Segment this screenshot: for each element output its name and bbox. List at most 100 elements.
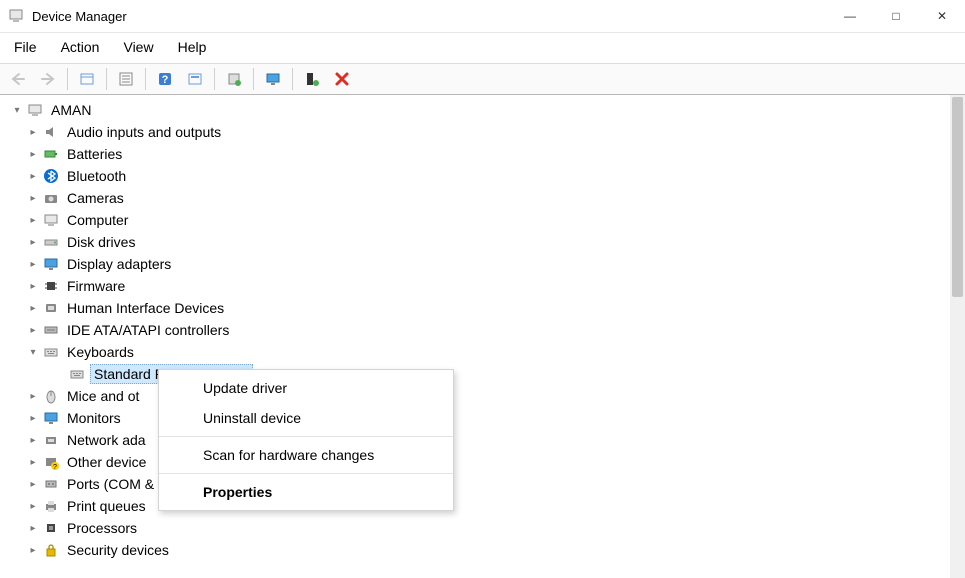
tree-item[interactable]: ▸ Print queues [4,495,965,517]
mouse-icon [42,387,60,405]
tree-item-label: Bluetooth [64,167,129,185]
tree-item[interactable]: ▸ Batteries [4,143,965,165]
root-label: AMAN [48,101,94,119]
chevron-right-icon[interactable]: ▸ [26,543,40,557]
tree-item[interactable]: ▸ IDE ATA/ATAPI controllers [4,319,965,341]
uninstall-button[interactable] [328,67,356,91]
tree-item[interactable]: ▸ Security devices [4,539,965,561]
chevron-right-icon[interactable]: ▸ [26,433,40,447]
nav-forward-button[interactable] [34,67,62,91]
vertical-scrollbar[interactable] [950,95,965,578]
ctx-uninstall-device[interactable]: Uninstall device [159,403,453,433]
window-title: Device Manager [32,9,127,24]
maximize-button[interactable]: □ [873,0,919,32]
app-icon [8,8,24,24]
properties-button[interactable] [181,67,209,91]
chevron-right-icon[interactable]: ▸ [26,125,40,139]
menu-view[interactable]: View [119,37,157,57]
chevron-right-icon[interactable]: ▸ [26,411,40,425]
tree-item-label: Keyboards [64,343,137,361]
chevron-down-icon[interactable]: ▾ [10,103,24,117]
svg-text:?: ? [162,74,169,86]
tree-item-label: Print queues [64,497,149,515]
chevron-right-icon[interactable]: ▸ [26,147,40,161]
camera-icon [42,189,60,207]
chevron-right-icon[interactable]: ▸ [26,169,40,183]
help-button[interactable]: ? [151,67,179,91]
scroll-thumb[interactable] [952,97,963,297]
tree-item[interactable]: ▸ Display adapters [4,253,965,275]
monitor-button[interactable] [259,67,287,91]
tree-item-label: IDE ATA/ATAPI controllers [64,321,232,339]
chevron-right-icon[interactable]: ▸ [26,323,40,337]
minimize-button[interactable]: — [827,0,873,32]
tree-item-label: Human Interface Devices [64,299,227,317]
tree-item[interactable]: ▸ ? Other device [4,451,965,473]
chevron-right-icon[interactable]: ▸ [26,191,40,205]
nav-back-button[interactable] [4,67,32,91]
cpu-icon [42,519,60,537]
chevron-right-icon[interactable]: ▸ [26,455,40,469]
tree-item-label: Processors [64,519,140,537]
chevron-right-icon[interactable]: ▸ [26,279,40,293]
tree-item-label: Cameras [64,189,127,207]
ctx-update-driver[interactable]: Update driver [159,373,453,403]
device-tree-pane: ▾ AMAN ▸ Audio inputs and outputs ▸ Batt… [0,95,965,578]
keyboard-icon [68,365,86,383]
printer-icon [42,497,60,515]
tree-item[interactable]: ▸ Ports (COM & [4,473,965,495]
toolbar: ? [0,63,965,95]
tree-item[interactable]: ▸ Human Interface Devices [4,297,965,319]
chevron-right-icon[interactable]: ▸ [26,521,40,535]
chip-icon [42,277,60,295]
ctx-separator [159,436,453,437]
toolbar-separator [253,68,254,90]
toolbar-separator [214,68,215,90]
hid-icon [42,299,60,317]
ctx-properties[interactable]: Properties [159,477,453,507]
chevron-down-icon[interactable]: ▾ [26,345,40,359]
tree-root[interactable]: ▾ AMAN [4,99,965,121]
details-button[interactable] [112,67,140,91]
device-tree[interactable]: ▾ AMAN ▸ Audio inputs and outputs ▸ Batt… [0,99,965,561]
tree-item-label: Monitors [64,409,124,427]
menu-help[interactable]: Help [174,37,211,57]
tree-item[interactable]: ▸ Network ada [4,429,965,451]
titlebar: Device Manager — □ ✕ [0,0,965,32]
tree-item-label: Network ada [64,431,149,449]
tree-item[interactable]: ▸ Cameras [4,187,965,209]
tree-item-label: Audio inputs and outputs [64,123,224,141]
tree-item[interactable]: ▸ Mice and ot [4,385,965,407]
tree-item[interactable]: ▸ Bluetooth [4,165,965,187]
svg-text:?: ? [53,464,57,470]
tree-item-label: Ports (COM & [64,475,157,493]
menu-action[interactable]: Action [57,37,104,57]
warning-icon: ? [42,453,60,471]
chevron-right-icon[interactable]: ▸ [26,213,40,227]
tree-item-keyboards[interactable]: ▾ Keyboards [4,341,965,363]
chevron-right-icon[interactable]: ▸ [26,389,40,403]
update-driver-button[interactable] [220,67,248,91]
tree-item[interactable]: ▸ Firmware [4,275,965,297]
chevron-right-icon[interactable]: ▸ [26,301,40,315]
tree-item[interactable]: ▸ Disk drives [4,231,965,253]
computer-icon [26,101,44,119]
battery-icon [42,145,60,163]
chevron-right-icon[interactable]: ▸ [26,257,40,271]
tree-item[interactable]: ▸ Processors [4,517,965,539]
tree-item[interactable]: ▸ Audio inputs and outputs [4,121,965,143]
chevron-right-icon[interactable]: ▸ [26,235,40,249]
show-hidden-button[interactable] [73,67,101,91]
network-icon [42,431,60,449]
tree-item[interactable]: ▸ Computer [4,209,965,231]
tree-item[interactable]: ▸ Monitors [4,407,965,429]
tree-item-standard-keyboard[interactable]: ▸ Standard PS/2 Keyboard [4,363,965,385]
close-button[interactable]: ✕ [919,0,965,32]
tree-item-label: Computer [64,211,131,229]
computer-icon [42,211,60,229]
menu-file[interactable]: File [10,37,41,57]
chevron-right-icon[interactable]: ▸ [26,499,40,513]
chevron-right-icon[interactable]: ▸ [26,477,40,491]
scan-hardware-button[interactable] [298,67,326,91]
ctx-scan-hardware[interactable]: Scan for hardware changes [159,440,453,470]
